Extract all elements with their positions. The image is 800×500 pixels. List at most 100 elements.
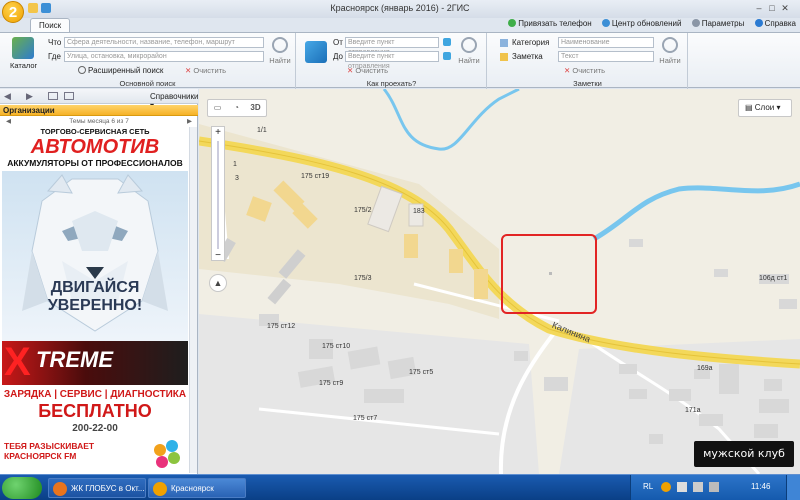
- save-icon[interactable]: [48, 92, 58, 100]
- ad-radio-text: ТЕБЯ РАЗЫСКИВАЕТ КРАСНОЯРСК FM: [4, 441, 95, 461]
- note-label: Заметка: [512, 52, 543, 61]
- map-label: 1: [233, 161, 237, 168]
- map-label: 183: [413, 208, 425, 215]
- app-window: Красноярск (январь 2016) - 2ГИС – □ ✕ 2 По…: [0, 0, 800, 500]
- layers-icon: ▤: [745, 103, 755, 112]
- clock[interactable]: 11:46: [751, 482, 770, 491]
- ad-radio-banner: ТЕБЯ РАЗЫСКИВАЕТ КРАСНОЯРСК FM: [2, 439, 188, 473]
- app-logo[interactable]: 2: [2, 1, 24, 23]
- left-panel: ◀ ▶ Справочники ▾ Организации ◀ Темы мес…: [0, 89, 198, 474]
- from-pin-icon[interactable]: [443, 38, 451, 46]
- link-update-center[interactable]: Центр обновлений: [601, 19, 681, 28]
- ad-services: ЗАРЯДКА | СЕРВИС | ДИАГНОСТИКА: [3, 389, 187, 400]
- organizations-header: Организации: [0, 105, 198, 116]
- theme-navigator: ◀ Темы месяца 6 из 7 ▶: [0, 117, 198, 127]
- what-label: Что: [48, 38, 62, 47]
- taskbar-item-browser[interactable]: ЖК ГЛОБУС в Окт...: [48, 478, 146, 498]
- map-label: 171а: [685, 407, 701, 414]
- map-label: 175 ст12: [267, 323, 296, 330]
- map-canvas[interactable]: [199, 89, 800, 474]
- ad-product-band: X TREME: [2, 341, 188, 385]
- phone-icon: [508, 19, 517, 27]
- taskbar-item-2gis[interactable]: Красноярск (январ...: [148, 478, 246, 498]
- back-arrow-icon[interactable]: ◀: [4, 91, 11, 102]
- window-title: Красноярск (январь 2016) - 2ГИС: [330, 3, 470, 13]
- link-settings[interactable]: Параметры: [691, 19, 744, 28]
- map-label: 175/3: [354, 275, 372, 282]
- browser-icon: [53, 482, 67, 496]
- window-controls: – □ ✕: [752, 2, 796, 16]
- map-label: 175 ст9: [319, 380, 344, 387]
- route-icon: [305, 41, 327, 63]
- polar-bear-icon: [22, 174, 168, 332]
- map-label: 175/2: [354, 207, 372, 214]
- maximize-button[interactable]: □: [766, 2, 778, 14]
- map-view[interactable]: 1/1 1 3 175 ст19 175/2 183 175/3 175 ст1…: [199, 89, 800, 474]
- selection-highlight-box: [501, 234, 597, 314]
- system-tray: RL 11:46: [630, 475, 800, 500]
- start-button[interactable]: [2, 477, 42, 499]
- next-theme-arrow[interactable]: ▶: [187, 117, 198, 127]
- ruler-icon[interactable]: ▭: [208, 100, 227, 116]
- ribbon: Каталог Что Сфера деятельности, название…: [0, 32, 800, 89]
- print-icon[interactable]: [64, 92, 74, 100]
- map-tools: ▭ ◔ 3D: [207, 99, 267, 117]
- ad-scrollbar[interactable]: [189, 127, 197, 473]
- close-button[interactable]: ✕: [779, 2, 791, 14]
- zoom-in-button[interactable]: +: [212, 127, 224, 139]
- where-label: Где: [48, 52, 61, 61]
- advanced-search-button[interactable]: Расширенный поиск: [78, 66, 163, 75]
- link-help[interactable]: Справка: [754, 19, 796, 28]
- tab-search[interactable]: Поиск: [30, 18, 71, 32]
- route-group-label: Как проехать?: [366, 79, 417, 88]
- radio-dots-icon: [152, 440, 184, 472]
- left-panel-toolbar: ◀ ▶ Справочники ▾: [0, 89, 198, 110]
- tray-2gis-icon[interactable]: [661, 482, 671, 492]
- brand-badge[interactable]: мужской клуб: [694, 441, 794, 467]
- prev-theme-arrow[interactable]: ◀: [0, 117, 11, 127]
- route-clear-button[interactable]: ✕ Очистить: [347, 66, 388, 75]
- show-desktop-button[interactable]: [786, 475, 800, 500]
- link-bind-phone[interactable]: Привязать телефон: [508, 19, 592, 28]
- minimize-button[interactable]: –: [753, 2, 765, 14]
- advertisement-banner[interactable]: ТОРГОВО-СЕРВИСНАЯ СЕТЬ АВТОМОТИВ АККУМУЛ…: [2, 127, 188, 473]
- catalog-icon: [12, 37, 34, 59]
- magnifier-icon: [461, 37, 477, 53]
- notes-clear-button[interactable]: ✕ Очистить: [564, 66, 605, 75]
- battery-icon[interactable]: [709, 482, 719, 492]
- volume-icon[interactable]: [693, 482, 703, 492]
- zoom-out-button[interactable]: −: [212, 251, 224, 261]
- from-label: От: [333, 38, 343, 47]
- search-group: Каталог Что Сфера деятельности, название…: [0, 33, 296, 89]
- from-input[interactable]: Введите пункт отправления: [345, 37, 439, 56]
- 3d-button[interactable]: 3D: [246, 100, 265, 116]
- zoom-control[interactable]: + −: [211, 126, 225, 261]
- route-find-button[interactable]: Найти: [457, 37, 481, 65]
- ad-brand: АВТОМОТИВ: [30, 136, 160, 158]
- ad-product: TREME: [36, 347, 113, 372]
- search-icon: [78, 66, 86, 74]
- note-input[interactable]: Текст: [558, 51, 654, 62]
- catalog-button[interactable]: Каталог: [10, 37, 37, 70]
- search-find-button[interactable]: Найти: [268, 37, 292, 65]
- network-icon[interactable]: [677, 482, 687, 492]
- notes-find-button[interactable]: Найти: [658, 37, 682, 65]
- zoom-slider-track[interactable]: [217, 141, 219, 249]
- forward-arrow-icon[interactable]: ▶: [26, 91, 33, 102]
- compass-icon[interactable]: ▲: [209, 274, 227, 292]
- to-input[interactable]: Введите пункт отправления: [345, 51, 439, 70]
- layers-button[interactable]: ▤ Слои ▾: [738, 99, 792, 117]
- category-select[interactable]: Наименование: [558, 37, 654, 48]
- what-input[interactable]: Сфера деятельности, название, телефон, м…: [64, 37, 264, 48]
- to-pin-icon[interactable]: [443, 52, 451, 60]
- language-indicator[interactable]: RL: [643, 482, 653, 491]
- update-icon: [601, 19, 610, 27]
- ad-slogan-2: УВЕРЕННО!: [47, 297, 143, 314]
- where-input[interactable]: Улица, остановка, микрорайон: [64, 51, 264, 62]
- search-clear-button[interactable]: ✕ Очистить: [185, 66, 226, 75]
- note-icon: [500, 53, 508, 61]
- category-icon: [500, 39, 508, 47]
- notes-group-label: Заметки: [573, 79, 602, 88]
- measure-icon[interactable]: ◔: [227, 100, 246, 116]
- magnifier-icon: [272, 37, 288, 53]
